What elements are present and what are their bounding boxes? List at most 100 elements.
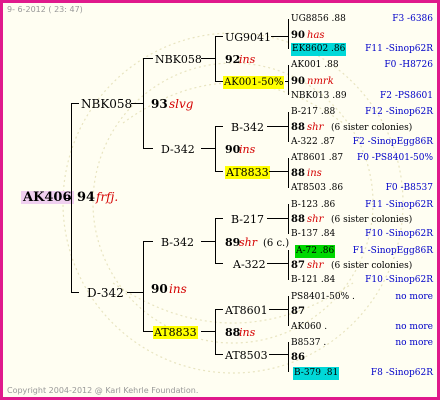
- g3-r3-name[interactable]: B-342: [231, 121, 264, 134]
- g3-r4-name[interactable]: AT8833: [225, 166, 270, 179]
- connector-g4-7-stub: [269, 309, 289, 310]
- g4-5-year: 88: [291, 214, 305, 225]
- root-queen-tag: frfj.: [96, 190, 119, 204]
- g4-8-dam-line: F8 -Sinop62R: [370, 368, 433, 378]
- g3-r5-name[interactable]: B-217: [231, 213, 264, 226]
- g4-2-sire[interactable]: AK001 .88: [291, 59, 339, 72]
- connector-g4-8-stub: [269, 354, 289, 355]
- g4-7-dam[interactable]: AK060 .: [291, 321, 327, 334]
- g2-b-name[interactable]: D-342: [161, 143, 195, 156]
- connector-g4-5-stub: [267, 218, 289, 219]
- g2-e-name[interactable]: AT8833: [153, 326, 198, 339]
- g2-c-name[interactable]: B-342: [161, 236, 194, 249]
- g3-r5-colonies: (6 c.): [263, 238, 290, 249]
- g3-r8-name[interactable]: AT8503: [225, 349, 268, 362]
- g2-a-tag: slvg: [169, 97, 194, 111]
- g4-5-dam-line: F10 -Sinop62R: [365, 229, 433, 239]
- g4-6-dam[interactable]: B-121 .84: [291, 274, 335, 287]
- connector-g4-3-stub: [267, 126, 289, 127]
- g4-7-dam-line: no more: [395, 322, 433, 332]
- g4-3-dam-line: F2 -SinopEgg86R: [352, 137, 433, 147]
- g4-3-sire[interactable]: B-217 .88: [291, 106, 335, 119]
- g4-2-dam-line: F2 -PS8601: [380, 91, 433, 101]
- connector-g4-4: [288, 158, 289, 188]
- connector-g3-r7: [215, 309, 223, 310]
- g4-5-sire[interactable]: B-123 .86: [291, 199, 335, 212]
- pedigree-page: 9- 6-2012 ( 23: 47) AK406 94 frfj. NBK05…: [0, 0, 440, 400]
- g4-8-sire-line: no more: [395, 338, 433, 348]
- print-timestamp: 9- 6-2012 ( 23: 47): [7, 5, 83, 14]
- g4-1-dam[interactable]: EK8602 .86: [291, 43, 347, 56]
- g3-r5-tag: shr: [239, 236, 257, 249]
- g4-4-year: 88: [291, 168, 305, 179]
- connector-g4-5: [288, 204, 289, 234]
- g3-r1-tag: ins: [239, 53, 256, 66]
- connector-g4-1-stub: [271, 36, 289, 37]
- g3-r1-name[interactable]: UG9041: [225, 31, 271, 44]
- g4-5-tag: shr: [307, 214, 324, 225]
- connector-g3-a-stub: [201, 58, 216, 59]
- g4-4-dam[interactable]: AT8503 .86: [291, 182, 343, 195]
- connector-g4-2-stub: [285, 81, 289, 82]
- g4-3-tag: shr: [307, 122, 324, 133]
- connector-g3-r2: [215, 81, 223, 82]
- connector-g1-top: [71, 103, 79, 104]
- g4-1-sire-line: F3 -6386: [392, 14, 433, 24]
- g4-5-sire-line: F11 -Sinop62R: [365, 200, 433, 210]
- g2-a-name[interactable]: NBK058: [155, 53, 202, 66]
- connector-g4-8: [288, 342, 289, 372]
- g2-d-year: 90: [151, 282, 168, 296]
- connector-g3-r5: [215, 218, 223, 219]
- g2-d-tag: ins: [169, 282, 187, 296]
- connector-g3-r3: [215, 126, 223, 127]
- g4-3-sire-line: F12 -Sinop62R: [365, 107, 433, 117]
- g4-8-sire[interactable]: B8537 .: [291, 337, 326, 350]
- connector-g1-top-stub: [131, 103, 144, 104]
- root-queen-year: 94: [77, 190, 96, 205]
- connector-g4-1: [288, 19, 289, 49]
- g4-5-dam[interactable]: B-137 .84: [291, 228, 335, 241]
- g4-2-sire-line: F0 -H8726: [384, 60, 433, 70]
- g4-2-tag: nmrk: [307, 76, 334, 87]
- g4-3-colonies: (6 sister colonies): [331, 123, 413, 133]
- g4-1-dam-line: F11 -Sinop62R: [365, 44, 433, 54]
- g4-4-sire-line: F0 -PS8401-50%: [356, 153, 433, 163]
- g3-r2-name[interactable]: AK001-50%: [223, 76, 285, 89]
- g4-6-dam-line: F10 -Sinop62R: [365, 275, 433, 285]
- connector-g3-r6: [215, 263, 223, 264]
- g1-mother-side[interactable]: D-342: [87, 287, 124, 300]
- g4-7-sire-line: no more: [395, 292, 433, 302]
- g4-6-colonies: (6 sister colonies): [331, 261, 413, 271]
- g4-4-tag: ins: [307, 168, 322, 179]
- g4-1-sire[interactable]: UG8856 .88: [291, 13, 346, 26]
- g4-6-sire-line: F1 -SinopEgg86R: [352, 246, 433, 256]
- g4-4-sire[interactable]: AT8601 .87: [291, 152, 343, 165]
- g2-a-year: 93: [151, 97, 168, 111]
- connector-g2-b: [143, 148, 153, 149]
- g3-r3-tag: ins: [239, 143, 256, 156]
- connector-g3-b-stub: [201, 148, 216, 149]
- g4-1-tag: has: [307, 30, 325, 41]
- g4-6-sire[interactable]: A-72 .86: [295, 245, 336, 258]
- g4-4-dam-line: F0 -B8537: [385, 183, 433, 193]
- g3-r6-name[interactable]: A-322: [233, 258, 266, 271]
- g3-r7-name[interactable]: AT8601: [225, 304, 268, 317]
- g4-7-year: 87: [291, 306, 305, 317]
- g4-8-dam[interactable]: B-379 .81: [293, 367, 340, 380]
- connector-g2-c: [143, 241, 153, 242]
- g4-6-tag: shr: [307, 260, 324, 271]
- connector-g3-c-stub: [201, 241, 216, 242]
- connector-g2-e: [143, 331, 153, 332]
- connector-g4-6: [288, 250, 289, 280]
- g4-2-dam[interactable]: NBK013 .89: [291, 90, 347, 103]
- g4-1-year: 90: [291, 30, 305, 41]
- g4-3-dam[interactable]: A-322 .87: [291, 136, 335, 149]
- connector-g3-r8: [215, 354, 223, 355]
- g4-6-year: 87: [291, 260, 305, 271]
- connector-g3-d-stub: [201, 331, 216, 332]
- g4-5-colonies: (6 sister colonies): [331, 215, 413, 225]
- connector-g1-bottom: [71, 292, 79, 293]
- g1-father-side[interactable]: NBK058: [81, 98, 132, 111]
- connector-g4-3: [288, 112, 289, 142]
- g4-7-sire[interactable]: PS8401-50% .: [291, 291, 355, 304]
